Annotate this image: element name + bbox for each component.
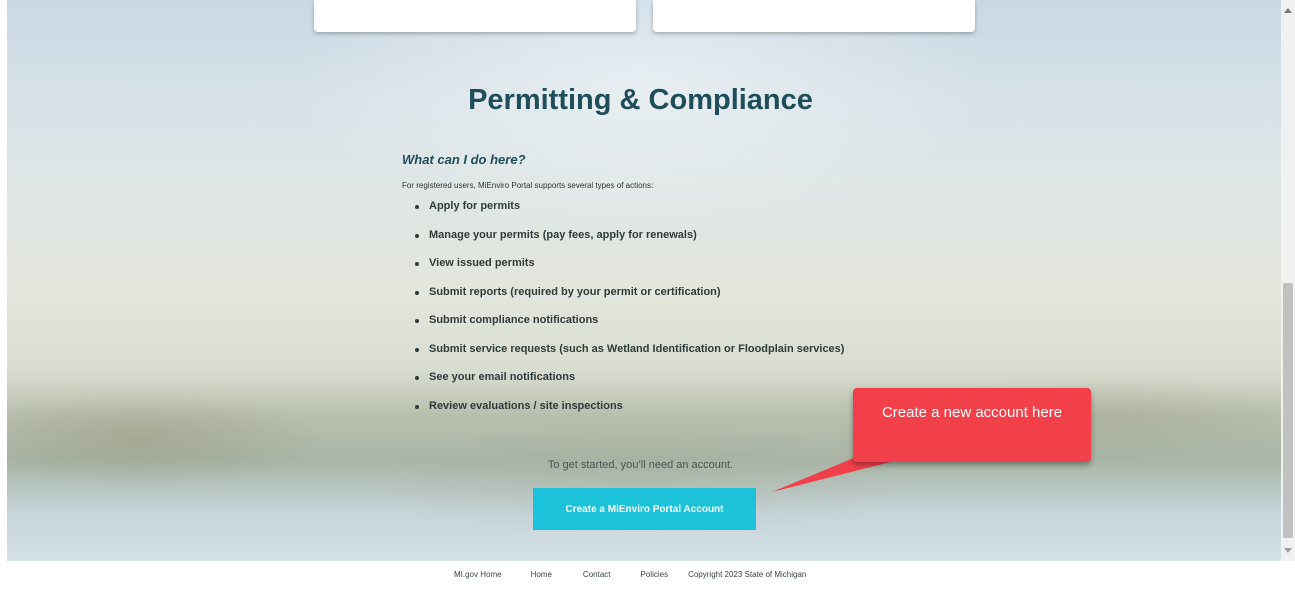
footer: MI.gov Home Home Contact Policies Copyri… xyxy=(0,561,1295,589)
scroll-up-icon[interactable] xyxy=(1284,8,1292,13)
footer-link-policies[interactable]: Policies xyxy=(641,570,669,579)
callout-pointer xyxy=(772,452,930,492)
footer-link-contact[interactable]: Contact xyxy=(583,570,611,579)
callout-annotation: Create a new account here xyxy=(853,388,1091,462)
footer-link-mi-gov-home[interactable]: MI.gov Home xyxy=(454,570,502,579)
page-viewport: Permitting & Compliance What can I do he… xyxy=(0,0,1281,561)
scrollbar-thumb[interactable] xyxy=(1283,283,1293,538)
vertical-scrollbar[interactable] xyxy=(1281,0,1295,561)
footer-link-home[interactable]: Home xyxy=(531,570,552,579)
footer-nav: MI.gov Home Home Contact Policies Copyri… xyxy=(454,570,806,579)
footer-copyright: Copyright 2023 State of Michigan xyxy=(688,570,807,579)
scroll-down-icon[interactable] xyxy=(1284,548,1292,553)
